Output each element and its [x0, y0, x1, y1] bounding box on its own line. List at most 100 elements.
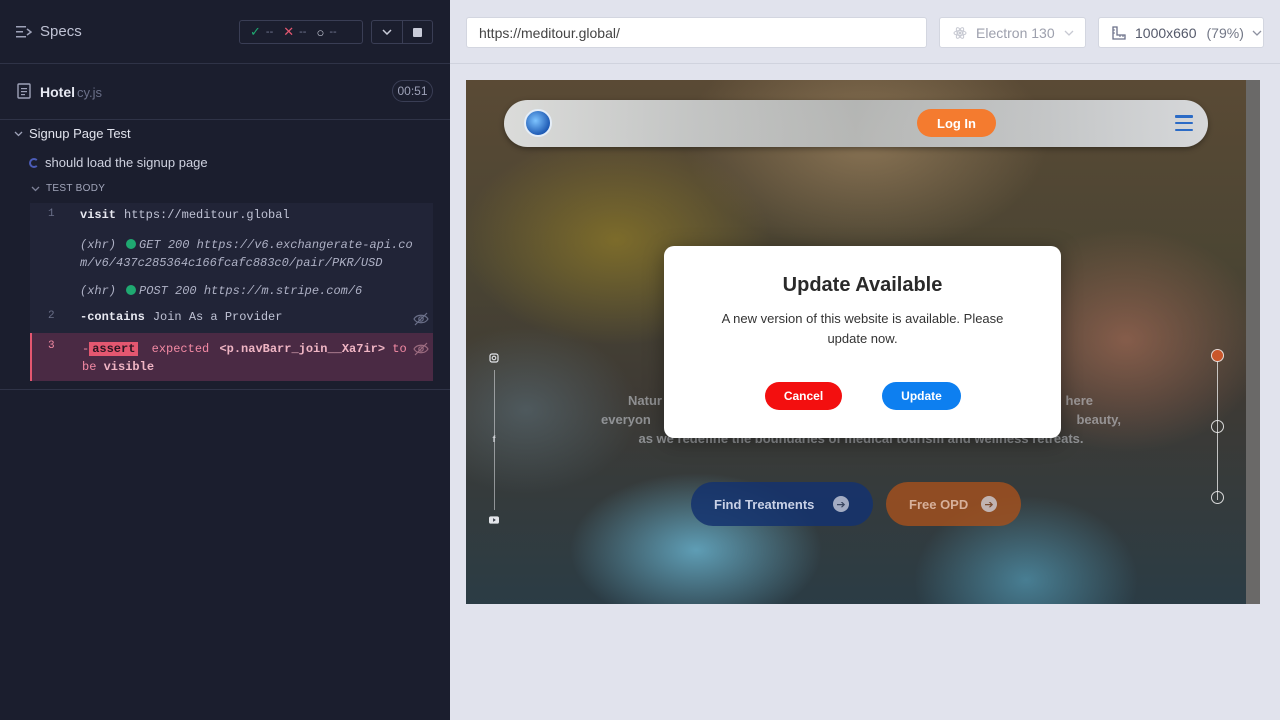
preview-scrollbar[interactable] [1246, 80, 1260, 604]
chevron-down-icon [31, 186, 40, 191]
command-row[interactable]: 2 -contains Join As a Provider [30, 305, 433, 333]
preview-background [450, 604, 1280, 720]
suite-label: Signup Page Test [29, 126, 131, 141]
reporter-header: Specs ✓ -- ✕ -- ○ -- [0, 0, 450, 64]
test-stats: ✓ -- ✕ -- ○ -- [239, 20, 363, 44]
update-modal: Update Available A new version of this w… [664, 246, 1061, 438]
command-name: -contains [80, 310, 145, 324]
login-button[interactable]: Log In [917, 109, 996, 137]
command-body: - assert expected <p.navBarr_join__Xa7ir>… [82, 340, 427, 376]
toolbar-divider [450, 63, 1280, 64]
pending-stat: ○ -- [306, 25, 336, 40]
test-body-header[interactable]: TEST BODY [31, 183, 105, 194]
specs-button[interactable]: Specs [16, 23, 82, 40]
assert-expected: expected [151, 342, 210, 356]
hero-line2-right: beauty, [1076, 412, 1121, 427]
hamburger-menu-icon[interactable] [1175, 115, 1193, 131]
test-label: should load the signup page [45, 155, 208, 170]
hero-line1-right: here [1065, 393, 1093, 408]
specs-label: Specs [40, 23, 82, 40]
passed-stat: ✓ -- [240, 24, 273, 40]
arrow-right-icon: ➔ [833, 496, 849, 512]
duration-badge: 00:51 [392, 80, 433, 102]
suite-title[interactable]: Signup Page Test [14, 126, 131, 141]
assert-be: be [82, 360, 97, 374]
xhr-tag: (xhr) [80, 238, 117, 252]
arrow-right-icon: ➔ [981, 496, 997, 512]
spec-file-base: Hotel [40, 84, 75, 100]
hero-line1-left: Natur [628, 393, 662, 408]
url-bar[interactable]: https://meditour.global/ [466, 17, 927, 48]
test-body-label: TEST BODY [46, 183, 106, 194]
failed-command-row[interactable]: 3 - assert expected <p.navBarr_join__Xa7i… [30, 333, 433, 381]
pending-count: -- [329, 26, 337, 38]
command-row[interactable]: 1 visit https://meditour.global [30, 203, 433, 231]
failed-count: -- [299, 26, 307, 38]
xhr-tag: (xhr) [80, 284, 117, 298]
command-name: visit [80, 208, 117, 222]
youtube-icon[interactable] [489, 515, 499, 525]
command-number: 1 [48, 208, 55, 220]
xhr-row[interactable]: (xhr) GET 200 https://v6.exchangerate-api… [30, 231, 433, 277]
stop-icon [412, 27, 422, 37]
viewport-selector[interactable]: 1000x660 (79%) [1098, 17, 1264, 48]
slide-dot[interactable] [1211, 491, 1224, 504]
chevron-down-icon [1064, 30, 1074, 36]
electron-icon [953, 26, 967, 39]
command-log: 1 visit https://meditour.global (xhr) GET … [30, 203, 433, 381]
document-icon [17, 83, 31, 99]
free-opd-label: Free OPD [909, 496, 969, 512]
divider [0, 389, 450, 390]
run-controls [371, 20, 433, 44]
slide-dot[interactable] [1211, 420, 1224, 433]
x-icon: ✕ [283, 24, 295, 39]
test-title[interactable]: should load the signup page [29, 155, 208, 170]
eye-slash-icon[interactable] [413, 342, 429, 356]
site-navbar: Log In [504, 100, 1208, 147]
find-treatments-label: Find Treatments [714, 496, 815, 512]
assert-badge: assert [89, 342, 139, 356]
assert-visible: visible [103, 360, 155, 374]
specs-list-icon [16, 25, 32, 37]
collapse-button[interactable] [372, 21, 402, 43]
spec-file-name[interactable]: Hotel cy.js [40, 84, 102, 100]
app-preview: Log In Natur here everyon beauty, as we … [466, 80, 1260, 604]
running-spinner-icon [29, 157, 39, 168]
xhr-text: POST 200 https://m.stripe.com/6 [139, 284, 363, 298]
browser-selector[interactable]: Electron 130 [939, 17, 1086, 48]
xhr-body: (xhr) GET 200 https://v6.exchangerate-api… [80, 236, 427, 272]
command-value: https://meditour.global [124, 208, 290, 222]
chevron-down-icon [1252, 30, 1262, 36]
chevron-down-icon [14, 131, 23, 136]
update-button[interactable]: Update [882, 382, 961, 410]
viewport-scale: (79%) [1206, 24, 1244, 41]
modal-message: A new version of this website is availab… [721, 311, 1004, 346]
find-treatments-button[interactable]: Find Treatments ➔ [691, 482, 873, 526]
command-number: 2 [48, 310, 55, 322]
xhr-row[interactable]: (xhr) POST 200 https://m.stripe.com/6 [30, 277, 433, 305]
assert-selector: <p.navBarr_join__Xa7ir> [219, 342, 386, 356]
pending-circle-icon: ○ [316, 24, 325, 40]
status-dot-icon [126, 285, 137, 295]
failed-stat: ✕ -- [273, 24, 306, 40]
reporter-panel: Specs ✓ -- ✕ -- ○ -- Hotel cy.js 00:51 S… [0, 0, 450, 720]
free-opd-button[interactable]: Free OPD ➔ [886, 482, 1021, 526]
eye-slash-icon[interactable] [413, 312, 429, 326]
check-icon: ✓ [250, 24, 261, 39]
command-value: Join As a Provider [152, 310, 283, 324]
passed-count: -- [265, 26, 274, 38]
viewport-size: 1000x660 [1135, 24, 1197, 41]
command-number: 3 [48, 340, 55, 352]
chevron-down-icon [382, 29, 392, 35]
stop-button[interactable] [401, 21, 432, 43]
browser-label: Electron 130 [976, 24, 1055, 41]
slide-dot[interactable] [1211, 349, 1224, 362]
cancel-button[interactable]: Cancel [765, 382, 842, 410]
command-body: visit https://meditour.global [80, 208, 427, 222]
site-logo[interactable] [524, 109, 552, 137]
ruler-icon [1112, 25, 1126, 40]
assert-to: to [392, 342, 407, 356]
instagram-icon[interactable] [489, 353, 499, 363]
status-dot-icon [126, 239, 137, 249]
facebook-icon[interactable]: f [489, 434, 499, 444]
